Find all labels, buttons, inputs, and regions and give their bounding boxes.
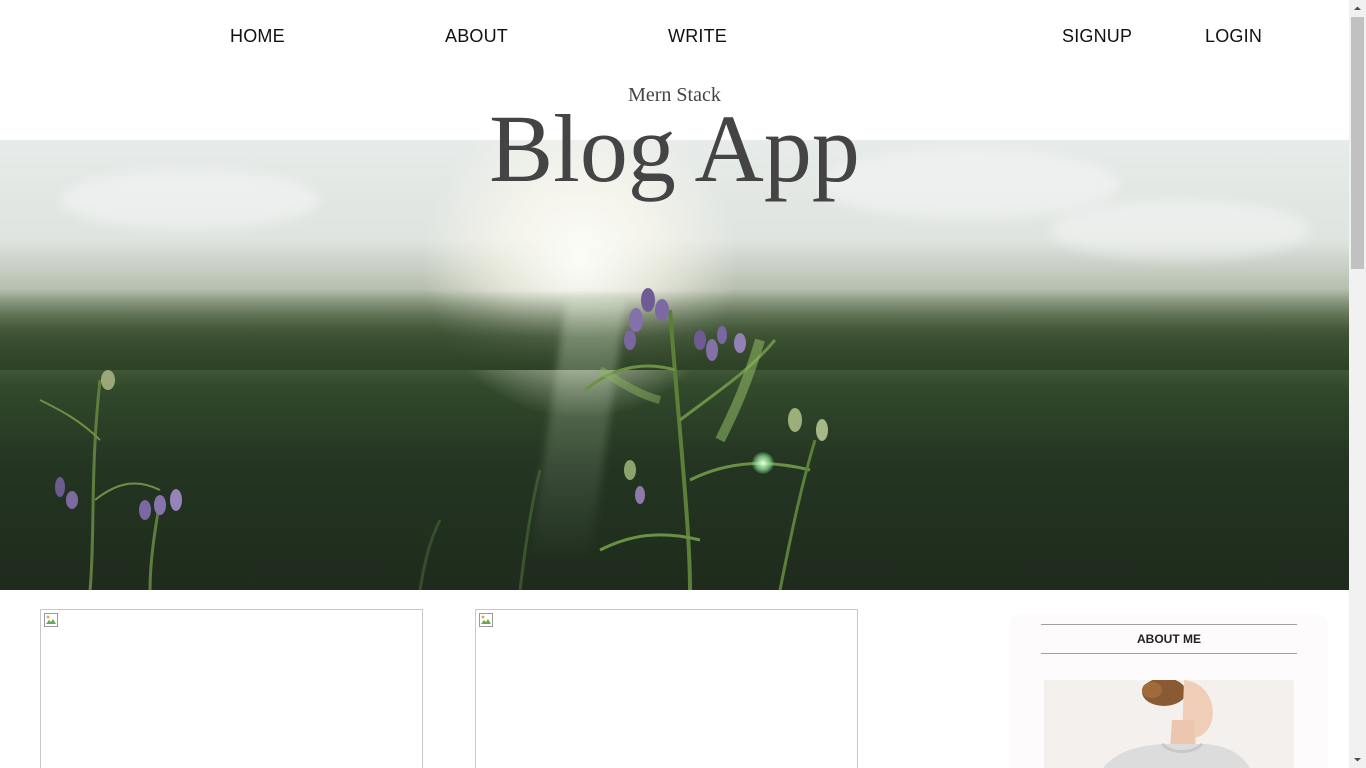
scrollbar-thumb[interactable] — [1351, 17, 1364, 269]
header-hero-image — [0, 140, 1349, 590]
sidebar: ABOUT ME — [1010, 614, 1328, 768]
broken-image-icon — [44, 613, 58, 627]
browser-viewport: HOME ABOUT WRITE SIGNUP LOGIN Mern Stack… — [0, 0, 1366, 768]
chevron-down-icon[interactable] — [1349, 751, 1366, 768]
page: HOME ABOUT WRITE SIGNUP LOGIN Mern Stack… — [0, 0, 1349, 768]
post-image[interactable] — [40, 609, 423, 768]
sidebar-title: ABOUT ME — [1041, 624, 1297, 654]
post-image[interactable] — [475, 609, 858, 768]
header-title: Blog App — [489, 95, 860, 202]
nav-home-link[interactable]: HOME — [230, 26, 285, 47]
sun-flare — [752, 452, 774, 474]
nav-signup-link[interactable]: SIGNUP — [1062, 26, 1132, 47]
wildflowers-illustration — [39, 288, 828, 590]
nav-login-link[interactable]: LOGIN — [1205, 26, 1262, 47]
vertical-scrollbar[interactable] — [1349, 0, 1366, 768]
nav-write-link[interactable]: WRITE — [668, 26, 727, 47]
woman-portrait-illustration — [1044, 680, 1294, 768]
top-nav-bar: HOME ABOUT WRITE SIGNUP LOGIN — [0, 0, 1349, 76]
broken-image-icon — [479, 613, 493, 627]
about-me-image — [1044, 680, 1294, 768]
nav-about-link[interactable]: ABOUT — [445, 26, 508, 47]
chevron-up-icon[interactable] — [1349, 0, 1366, 17]
